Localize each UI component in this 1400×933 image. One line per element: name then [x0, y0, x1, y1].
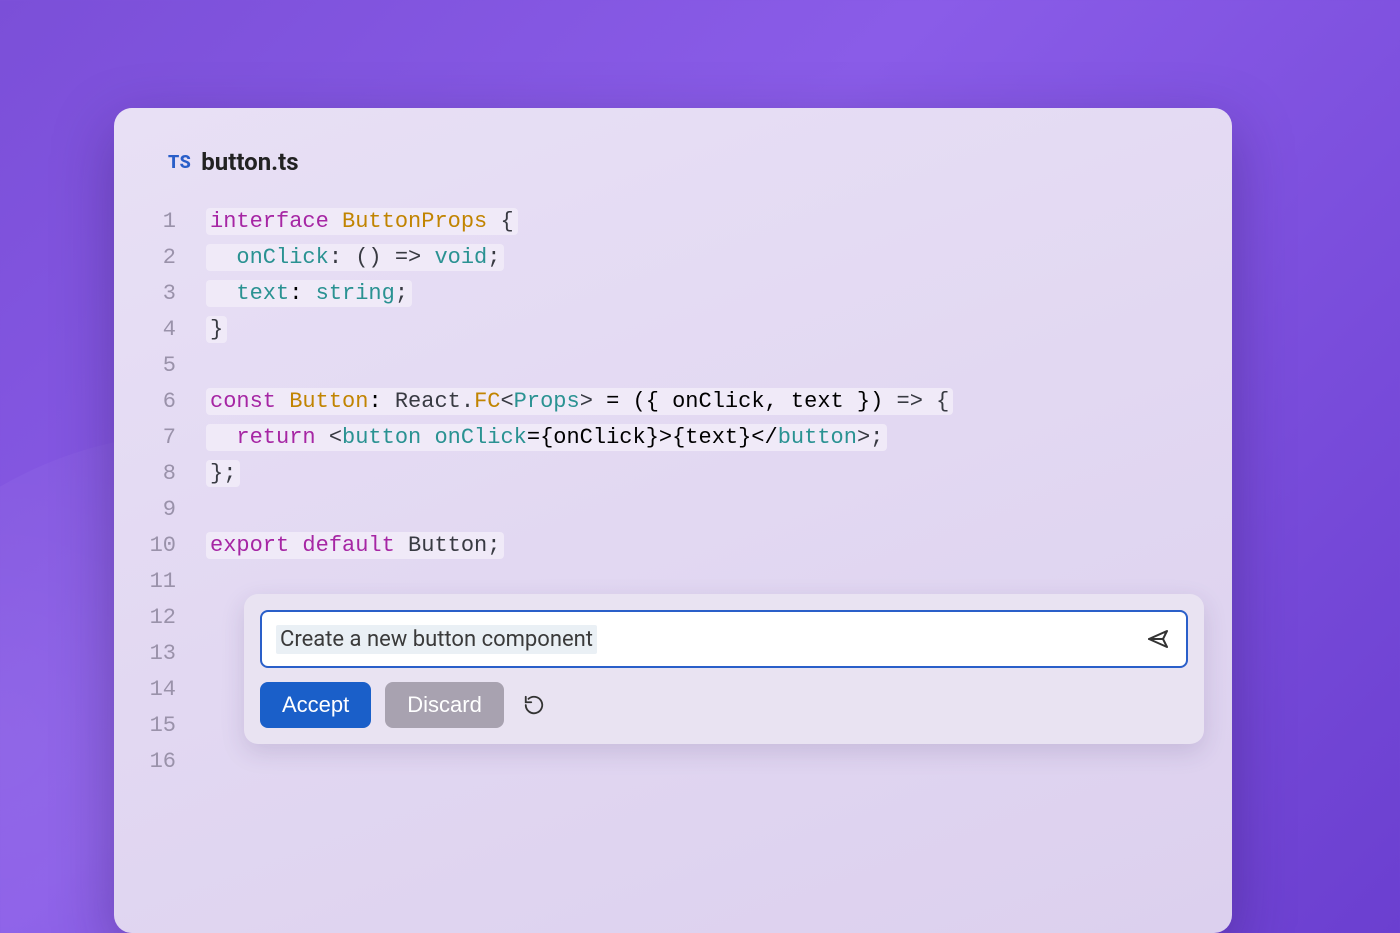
highlighted-code: export default Button; — [206, 532, 504, 559]
code-line[interactable]: }; — [206, 456, 1212, 492]
line-number: 13 — [114, 636, 176, 672]
code-line[interactable]: export default Button; — [206, 528, 1212, 564]
line-number-gutter: 12345678910111213141516 — [114, 204, 206, 780]
code-line[interactable]: return <button onClick={onClick}>{text}<… — [206, 420, 1212, 456]
line-number: 15 — [114, 708, 176, 744]
prompt-input[interactable]: Create a new button component — [260, 610, 1188, 668]
code-line[interactable]: } — [206, 312, 1212, 348]
filename-label: button.ts — [201, 148, 298, 176]
line-number: 8 — [114, 456, 176, 492]
highlighted-code: text: string; — [206, 280, 412, 307]
discard-button[interactable]: Discard — [385, 682, 504, 728]
typescript-icon: TS — [168, 152, 191, 173]
line-number: 4 — [114, 312, 176, 348]
line-number: 7 — [114, 420, 176, 456]
regenerate-button[interactable] — [518, 689, 550, 721]
code-line[interactable]: text: string; — [206, 276, 1212, 312]
line-number: 11 — [114, 564, 176, 600]
send-icon — [1146, 627, 1170, 651]
editor-window: TS button.ts 12345678910111213141516 int… — [114, 108, 1232, 933]
panel-actions: Accept Discard — [260, 682, 1188, 728]
refresh-icon — [523, 694, 545, 716]
accept-button[interactable]: Accept — [260, 682, 371, 728]
line-number: 2 — [114, 240, 176, 276]
highlighted-code: onClick: () => void; — [206, 244, 504, 271]
highlighted-code: } — [206, 316, 227, 343]
line-number: 3 — [114, 276, 176, 312]
highlighted-code: interface ButtonProps { — [206, 208, 518, 235]
prompt-input-text: Create a new button component — [276, 625, 597, 654]
line-number: 5 — [114, 348, 176, 384]
line-number: 14 — [114, 672, 176, 708]
line-number: 6 — [114, 384, 176, 420]
code-line[interactable] — [206, 348, 1212, 384]
code-line[interactable] — [206, 492, 1212, 528]
line-number: 1 — [114, 204, 176, 240]
line-number: 16 — [114, 744, 176, 780]
code-line[interactable]: const Button: React.FC<Props> = ({ onCli… — [206, 384, 1212, 420]
line-number: 10 — [114, 528, 176, 564]
highlighted-code: return <button onClick={onClick}>{text}<… — [206, 424, 887, 451]
line-number: 9 — [114, 492, 176, 528]
highlighted-code: }; — [206, 460, 240, 487]
code-line[interactable]: onClick: () => void; — [206, 240, 1212, 276]
copilot-panel: Create a new button component Accept Dis… — [244, 594, 1204, 744]
highlighted-code: const Button: React.FC<Props> = ({ onCli… — [206, 388, 953, 415]
code-line[interactable] — [206, 744, 1212, 780]
send-button[interactable] — [1144, 625, 1172, 653]
code-line[interactable]: interface ButtonProps { — [206, 204, 1212, 240]
line-number: 12 — [114, 600, 176, 636]
file-header: TS button.ts — [114, 148, 1232, 176]
